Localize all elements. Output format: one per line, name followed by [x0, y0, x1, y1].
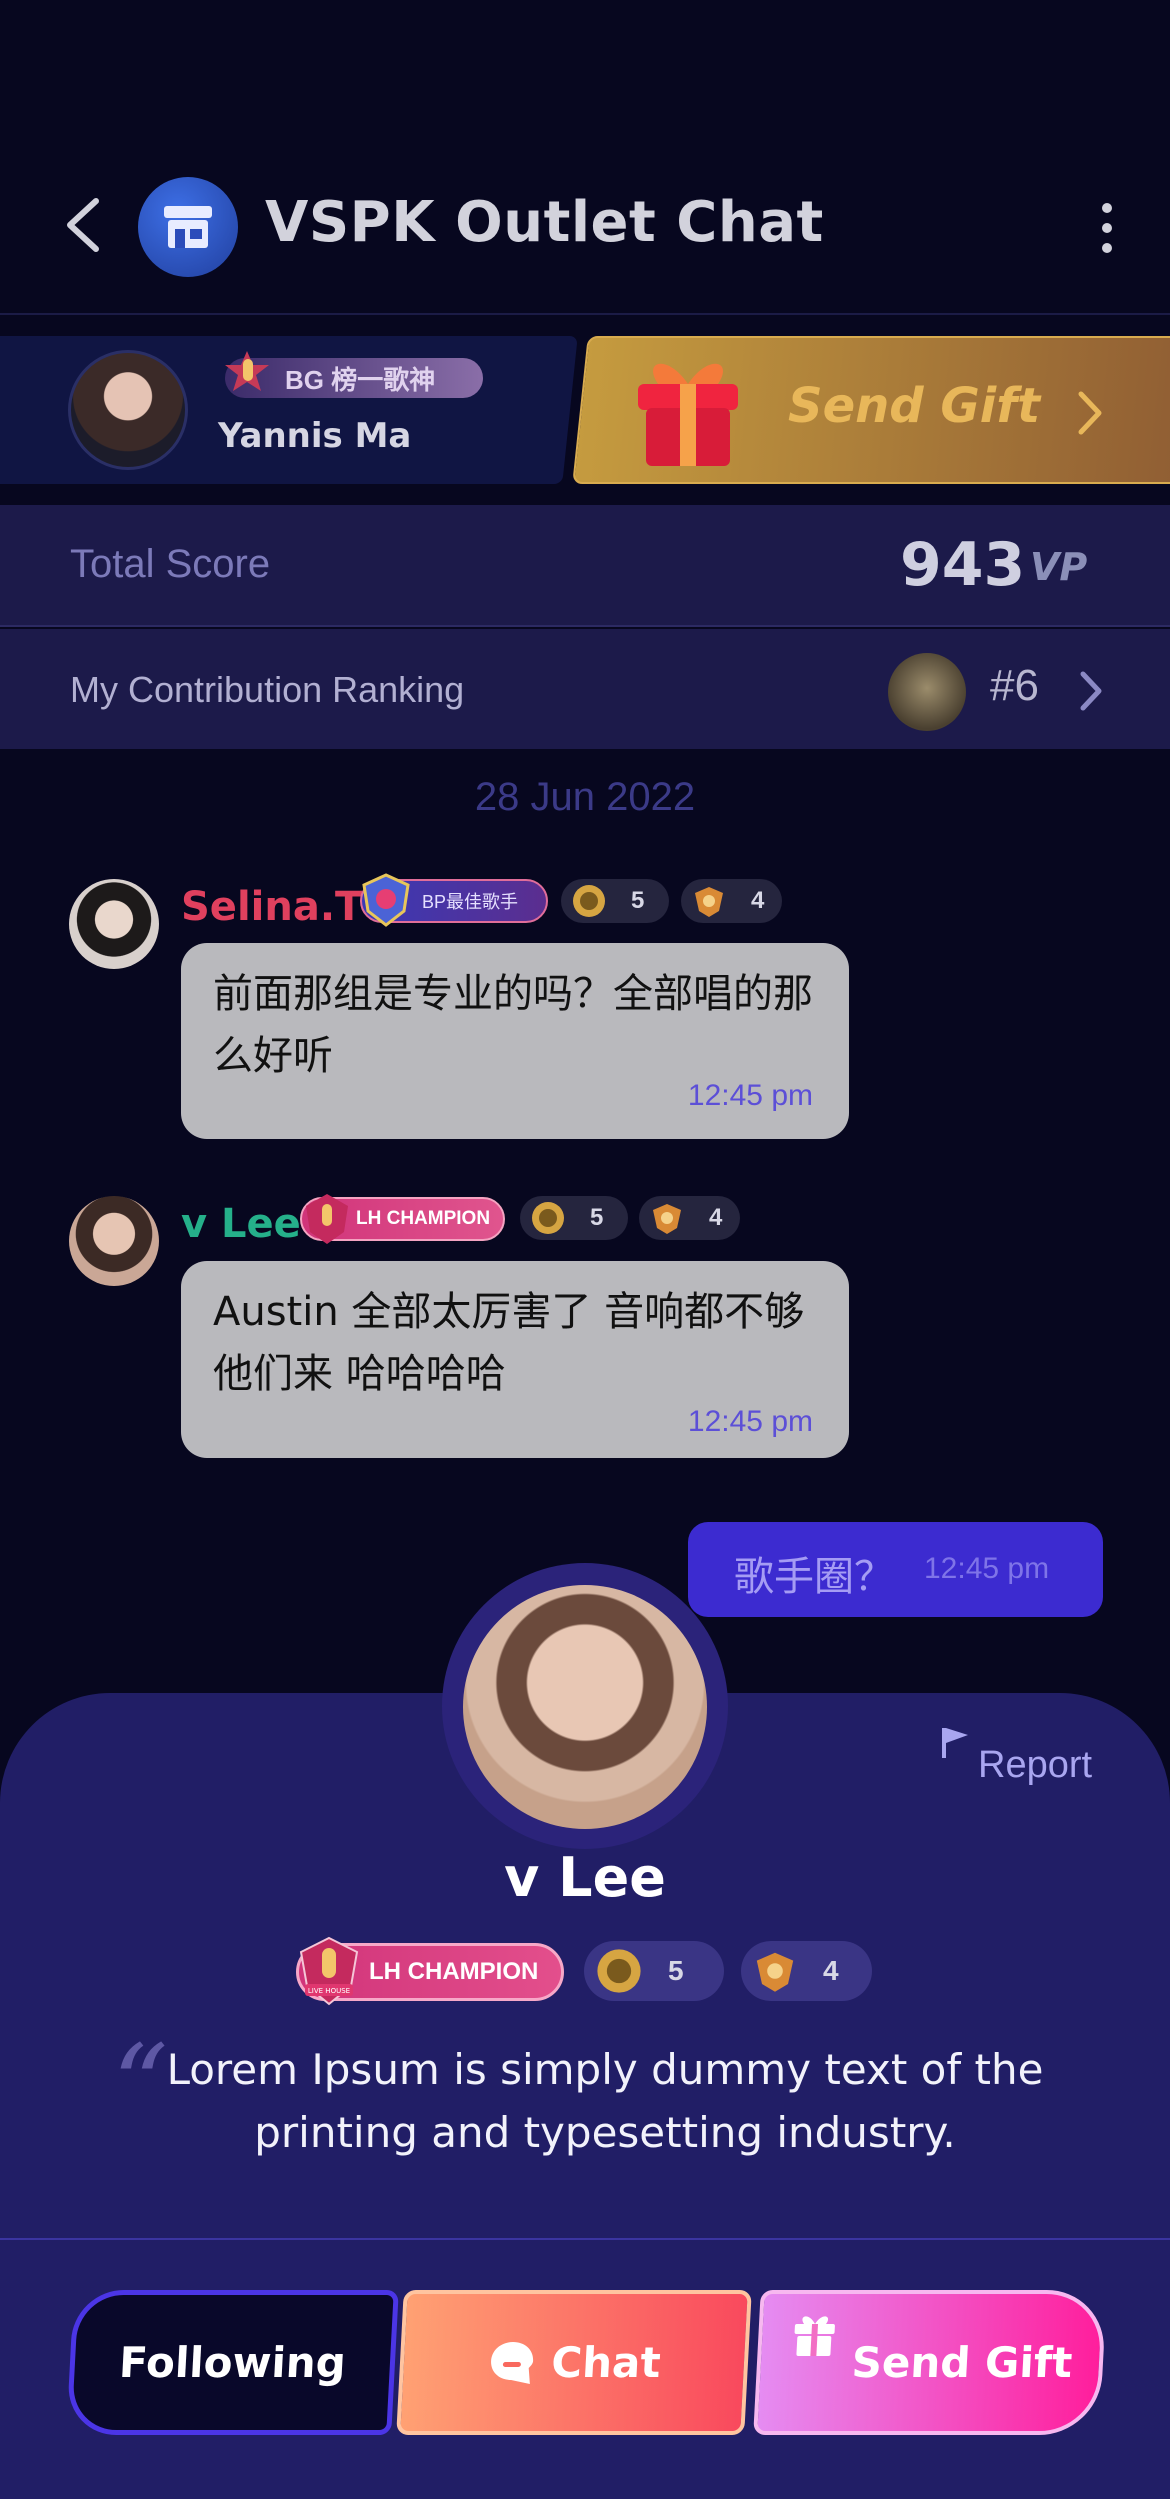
send-gift-button[interactable]: Send Gift — [753, 2290, 1107, 2435]
ranking-avatar — [888, 653, 966, 731]
profile-title-badge-label: LH CHAMPION — [369, 1958, 539, 1985]
chat-button[interactable]: Chat — [396, 2290, 752, 2435]
ranking-value: #6 — [990, 661, 1039, 710]
rank-badge: 4 — [681, 879, 782, 923]
profile-avatar[interactable] — [463, 1585, 707, 1829]
message-bubble[interactable]: Austin 全部太厉害了 音响都不够他们来 哈哈哈哈 12:45 pm — [181, 1261, 849, 1458]
profile-bio: Lorem Ipsum is simply dummy text of the … — [166, 2045, 1044, 2157]
title-badge-label: LH CHAMPION — [356, 1208, 491, 1229]
host-name: Yannis Ma — [218, 416, 412, 456]
store-icon — [138, 177, 238, 277]
profile-name: v Lee — [504, 1846, 666, 1909]
host-bar: BG 榜一歌神 Yannis Ma Send Gift — [0, 336, 1170, 484]
message-sender-name[interactable]: Selina.T — [181, 884, 362, 930]
level-badge: 4 5 — [520, 1196, 628, 1240]
total-score-row: Total Score 943 VP — [0, 505, 1170, 627]
microphone-badge-icon — [225, 351, 269, 391]
profile-rank-value: 4 — [823, 1955, 839, 1986]
total-score-value: 943 — [900, 530, 1026, 600]
score-unit-label: VP — [1030, 545, 1088, 589]
host-title-badge: BG 榜一歌神 — [225, 351, 483, 398]
host-avatar[interactable] — [68, 350, 188, 470]
gift-icon — [794, 2316, 835, 2356]
profile-level-value: 5 — [668, 1955, 684, 1986]
back-icon[interactable] — [60, 195, 110, 255]
contribution-ranking-row[interactable]: My Contribution Ranking #6 — [0, 629, 1170, 749]
send-gift-label: Send Gift — [788, 378, 1041, 434]
message-text: Austin 全部太厉害了 音响都不够他们来 哈哈哈哈 — [213, 1289, 805, 1397]
laurel-level-icon — [573, 885, 605, 917]
message-bubble[interactable]: 前面那组是专业的吗？全部唱的那么好听 12:45 pm — [181, 943, 849, 1139]
crest-rank-icon — [653, 1204, 681, 1234]
message-text: 歌手圈？ — [734, 1554, 894, 1600]
send-gift-button-label: Send Gift — [850, 2338, 1074, 2387]
rank-value: 4 — [751, 887, 765, 914]
laurel-level-icon — [597, 1949, 641, 1993]
avatar[interactable] — [69, 879, 159, 969]
ranking-label: My Contribution Ranking — [70, 669, 465, 710]
level-value: 5 — [590, 1204, 604, 1231]
crest-rank-icon — [756, 1952, 794, 1992]
laurel-level-icon — [532, 1202, 564, 1234]
profile-title-badge: LIVE HOUSE LH CHAMPION — [296, 1936, 564, 2006]
microphone-badge-icon — [306, 1194, 348, 1244]
divider — [0, 2238, 1170, 2240]
flag-icon[interactable] — [940, 1726, 970, 1760]
shield-badge-icon — [362, 873, 410, 927]
message-time: 12:45 pm — [924, 1552, 1050, 1585]
following-label: Following — [117, 2338, 348, 2387]
chevron-right-icon[interactable] — [1078, 670, 1104, 712]
message-time: 12:45 pm — [687, 1079, 813, 1112]
outgoing-message-bubble[interactable]: 歌手圈？ 12:45 pm — [688, 1522, 1103, 1617]
level-value: 5 — [631, 887, 645, 914]
following-button[interactable]: Following — [66, 2290, 399, 2435]
profile-rank-badge: 4 — [741, 1941, 872, 2001]
chat-label: Chat — [550, 2338, 662, 2387]
crest-rank-icon — [695, 887, 723, 917]
chat-bubble-icon — [491, 2341, 534, 2384]
message-text: 前面那组是专业的吗？全部唱的那么好听 — [213, 971, 813, 1079]
rank-badge: 4 — [639, 1196, 740, 1240]
report-button[interactable]: Report — [978, 1744, 1092, 1787]
gift-box-icon — [638, 363, 738, 466]
host-badge-label: BG 榜一歌神 — [285, 364, 436, 395]
more-vertical-icon[interactable] — [1095, 198, 1119, 258]
title-badge-label: BP最佳歌手 — [422, 892, 519, 912]
chevron-right-icon — [1078, 391, 1102, 435]
app-header: VSPK Outlet Chat — [0, 0, 1170, 315]
page-title: VSPK Outlet Chat — [265, 190, 824, 255]
live-house-label: LIVE HOUSE — [308, 1987, 350, 1995]
rank-value: 4 — [709, 1204, 723, 1231]
microphone-badge-icon: LIVE HOUSE — [299, 1936, 359, 2006]
message-sender-name[interactable]: v Lee — [181, 1201, 301, 1247]
date-separator: 28 Jun 2022 — [474, 775, 696, 819]
total-score-label: Total Score — [70, 542, 271, 586]
title-badge: BP最佳歌手 — [360, 873, 548, 927]
avatar[interactable] — [69, 1196, 159, 1286]
profile-level-badge: 5 — [584, 1941, 724, 2001]
level-badge: 5 — [561, 879, 669, 923]
title-badge: LH CHAMPION — [300, 1194, 505, 1244]
message-time: 12:45 pm — [687, 1405, 813, 1438]
